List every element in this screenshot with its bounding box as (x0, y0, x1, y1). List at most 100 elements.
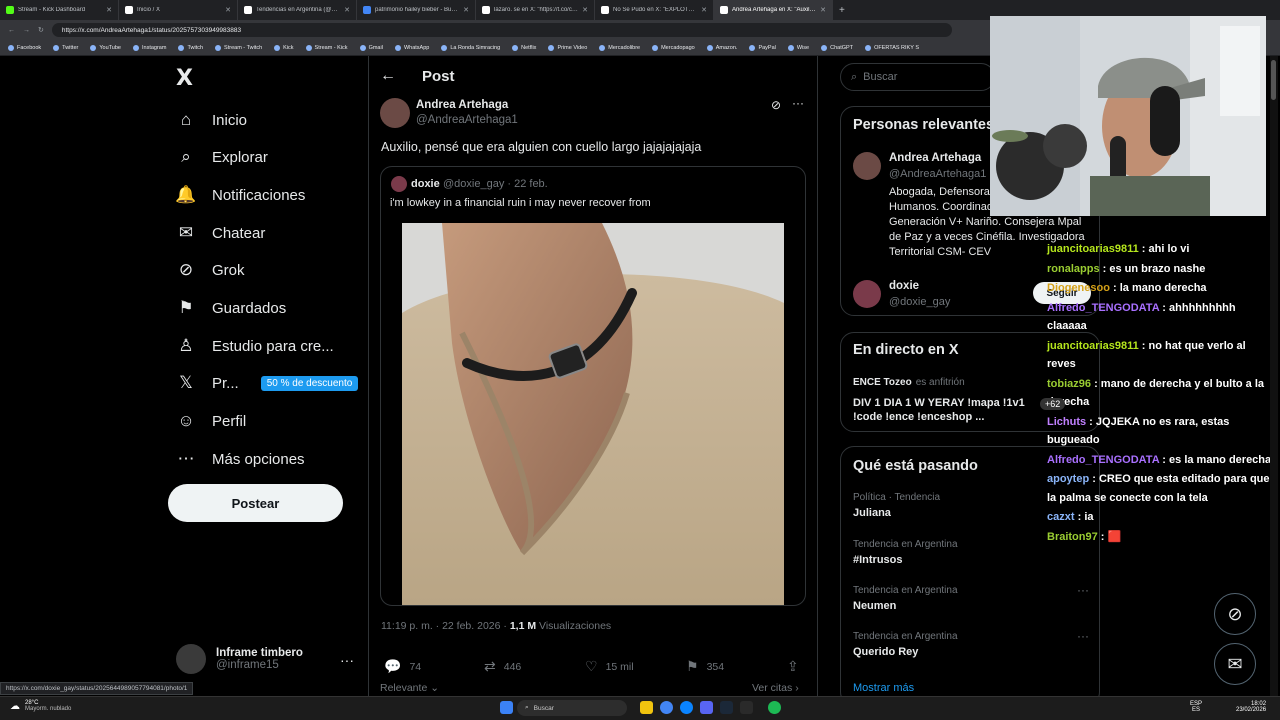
browser-tab[interactable]: Inicio / X ✕ (119, 0, 238, 20)
chat-username[interactable]: ronalapps (1047, 263, 1100, 275)
sort-replies-dropdown[interactable]: Relevante ⌄ (380, 682, 439, 694)
browser-tab[interactable]: Stream - Kick Dashboard ✕ (0, 0, 119, 20)
scrollbar-thumb[interactable] (1271, 60, 1276, 100)
person1-name[interactable]: Andrea Artehaga (889, 152, 981, 164)
close-tab-icon[interactable]: ✕ (225, 6, 231, 14)
trend-more-icon[interactable]: ··· (1077, 583, 1089, 597)
nav-item-inicio[interactable]: ⌂ Inicio (176, 105, 247, 135)
taskbar-search[interactable]: ⌕ Buscar (517, 700, 627, 716)
like-button[interactable]: ♡ 15 mil (585, 658, 634, 675)
show-more-link[interactable]: Mostrar más (853, 682, 914, 694)
bookmark-item[interactable]: Wise (787, 44, 809, 51)
clock[interactable]: 18:02 23/02/2026 (1236, 701, 1266, 713)
bookmark-item[interactable]: Gmail (359, 44, 383, 51)
account-more-icon[interactable]: ··· (340, 652, 354, 668)
nav-item-estudio-para-cre[interactable]: ♙ Estudio para cre... (176, 331, 333, 361)
nav-item-chatear[interactable]: ✉ Chatear (176, 218, 266, 248)
repost-button[interactable]: ⇄ 446 (484, 658, 521, 675)
close-tab-icon[interactable]: ✕ (463, 6, 469, 14)
edge-icon[interactable] (680, 701, 693, 714)
browser-tab[interactable]: No Se Pudo en X: "EXPLOTÓ ERN ✕ (595, 0, 714, 20)
grok-icon[interactable]: ⊘ (771, 98, 781, 112)
bookmark-item[interactable]: Stream - Kick (305, 44, 348, 51)
person1-avatar[interactable] (853, 152, 881, 180)
bookmark-item[interactable]: PayPal (749, 44, 776, 51)
chat-username[interactable]: Lichuts (1047, 416, 1086, 428)
bookmark-item[interactable]: Facebook (8, 44, 41, 51)
back-arrow-icon[interactable]: ← (380, 67, 396, 85)
promo-badge[interactable]: 50 % de descuento (260, 375, 359, 391)
post-more-icon[interactable]: ··· (792, 96, 804, 110)
bookmark-item[interactable]: Netflix (512, 44, 536, 51)
browser-tab[interactable]: patrimonio hailey bieber - Buscar ✕ (357, 0, 476, 20)
trend-name[interactable]: #Intrusos (853, 554, 903, 566)
trend-name[interactable]: Querido Rey (853, 646, 918, 658)
nav-item-explorar[interactable]: ⌕ Explorar (176, 142, 268, 172)
bookmark-item[interactable]: Twitter (53, 44, 78, 51)
nav-item-más-opciones[interactable]: ⋯ Más opciones (176, 444, 305, 474)
nav-item-perfil[interactable]: ☺ Perfil (176, 406, 246, 436)
close-tab-icon[interactable]: ✕ (820, 6, 826, 14)
bookmark-button[interactable]: ⚑ 354 (686, 658, 724, 675)
author-handle[interactable]: @AndreaArtehaga1 (416, 114, 518, 126)
live-stream-title[interactable]: DIV 1 DIA 1 W YERAY !mapa !1v1 !code !en… (853, 396, 1043, 424)
share-button[interactable]: ⇪ (787, 658, 799, 675)
bookmark-item[interactable]: Prime Video (548, 44, 587, 51)
bookmark-item[interactable]: Mercadolibre (599, 44, 640, 51)
scrollbar-track[interactable] (1270, 56, 1278, 696)
live-host[interactable]: ENCE Tozeo es anfitrión (853, 377, 965, 388)
bookmark-item[interactable]: Instagram (132, 44, 166, 51)
account-switcher[interactable]: Inframe timbero @inframe15 (176, 644, 303, 674)
x-logo[interactable]: X (176, 66, 193, 91)
trend-name[interactable]: Juliana (853, 507, 891, 519)
browser-tab[interactable]: lázaro. se en X: "https://t.co/cyw ✕ (476, 0, 595, 20)
bookmark-item[interactable]: La Ronda Simracing (441, 44, 500, 51)
reload-icon[interactable]: ↻ (38, 26, 44, 34)
quote-photo[interactable] (402, 223, 784, 605)
close-tab-icon[interactable]: ✕ (582, 6, 588, 14)
chat-username[interactable]: cazxt (1047, 511, 1075, 523)
nav-item-pr[interactable]: 𝕏 Pr... 50 % de descuento (176, 368, 359, 398)
chat-username[interactable]: apoytep (1047, 473, 1089, 485)
browser-tab[interactable]: Andrea Artehaga en X: "Auxilio, p ✕ (714, 0, 833, 20)
nav-item-notificaciones[interactable]: 🔔 Notificaciones (175, 180, 305, 210)
close-tab-icon[interactable]: ✕ (344, 6, 350, 14)
close-tab-icon[interactable]: ✕ (701, 6, 707, 14)
post-button[interactable]: Postear (168, 484, 343, 522)
reply-button[interactable]: 💬 74 (384, 658, 421, 675)
steam-icon[interactable] (720, 701, 733, 714)
chat-username[interactable]: juancitoarias9811 (1047, 243, 1139, 255)
bookmark-item[interactable]: ChatGPT (821, 44, 853, 51)
back-icon[interactable]: ← (8, 27, 15, 34)
language-indicator[interactable]: ESP ES (1190, 701, 1202, 713)
weather-widget[interactable]: ☁ 28°C Mayorm. nublado (10, 700, 71, 712)
view-quotes-link[interactable]: Ver citas › (752, 682, 799, 694)
spotify-icon[interactable] (768, 701, 781, 714)
new-tab-icon[interactable]: + (833, 5, 851, 16)
discord-icon[interactable] (700, 701, 713, 714)
file-explorer-icon[interactable] (640, 701, 653, 714)
browser-tab[interactable]: Tendencias en Argentina (@porqu ✕ (238, 0, 357, 20)
person2-name[interactable]: doxie (889, 280, 919, 292)
bookmark-item[interactable]: Kick (274, 44, 294, 51)
person2-avatar[interactable] (853, 280, 881, 308)
trend-name[interactable]: Neumen (853, 600, 896, 612)
trend-more-icon[interactable]: ··· (1077, 629, 1089, 643)
bookmark-item[interactable]: Stream - Twitch (215, 44, 262, 51)
grok-fab-button[interactable]: ⊘ (1214, 593, 1256, 635)
chat-username[interactable]: Alfredo_TENGODATA (1047, 454, 1159, 466)
bookmark-item[interactable]: WhatsApp (394, 44, 429, 51)
forward-icon[interactable]: → (23, 27, 30, 34)
chat-username[interactable]: tobiaz96 (1047, 378, 1091, 390)
chat-username[interactable]: juancitoarias9811 (1047, 340, 1139, 352)
search-input[interactable]: ⌕ Buscar (840, 63, 995, 91)
author-name[interactable]: Andrea Artehaga (416, 99, 508, 111)
bookmark-item[interactable]: YouTube (90, 44, 121, 51)
author-avatar[interactable] (380, 98, 410, 128)
bookmark-item[interactable]: OFERTAS RIKY S (865, 44, 919, 51)
windows-start-icon[interactable] (500, 701, 513, 714)
url-field[interactable]: https://x.com/AndreaArtehaga1/status/202… (51, 23, 952, 37)
chat-username[interactable]: Diogenesoo (1047, 282, 1110, 294)
chat-username[interactable]: Alfredo_TENGODATA (1047, 302, 1159, 314)
nav-item-guardados[interactable]: ⚑ Guardados (176, 293, 286, 323)
